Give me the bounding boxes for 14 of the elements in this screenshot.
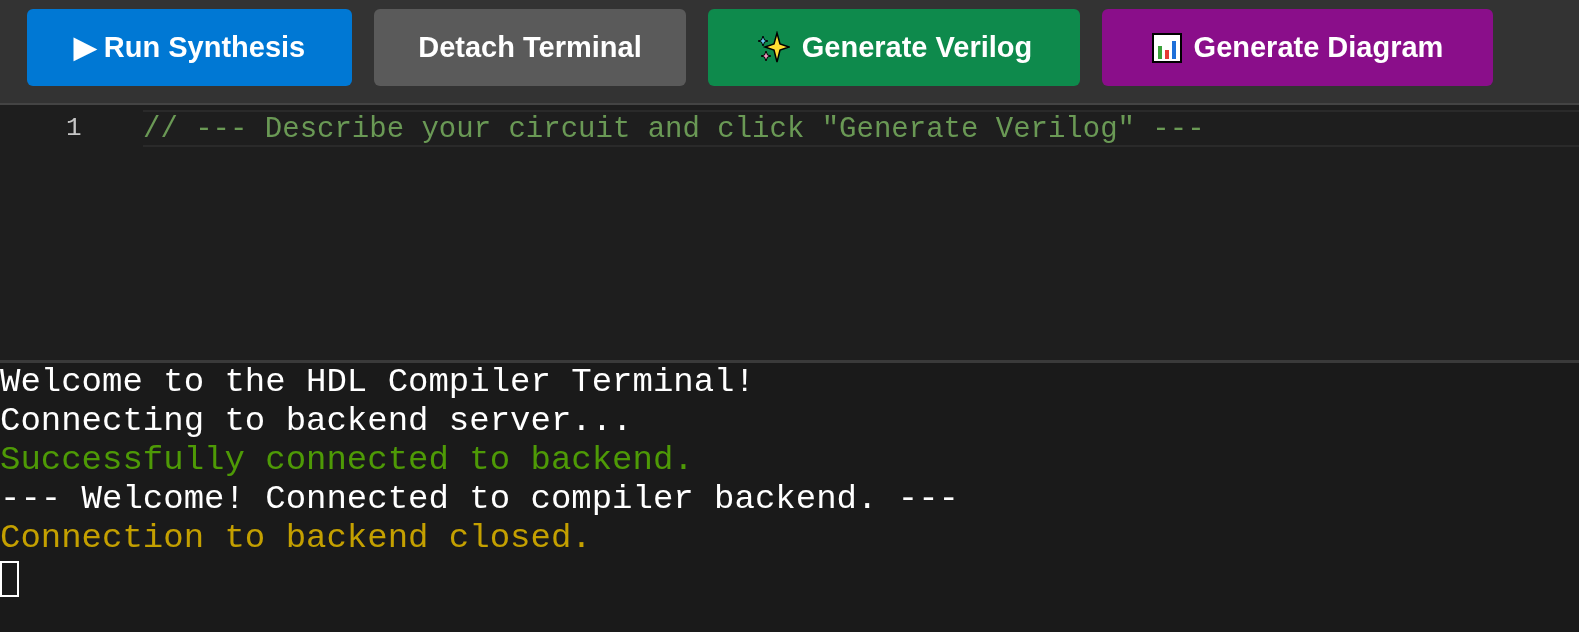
line-number: 1 bbox=[65, 112, 83, 145]
code-line: // --- Describe your circuit and click "Generate Verilog" --- bbox=[143, 110, 1579, 147]
terminal-line: Connection to backend closed. bbox=[0, 519, 592, 558]
terminal-line: --- Welcome! Connected to compiler backend. --- bbox=[0, 480, 959, 519]
toolbar-button[interactable]: Generate Diagram bbox=[1102, 9, 1493, 86]
bar-chart-icon bbox=[1151, 32, 1182, 63]
terminal-line: Successfully connected to backend. bbox=[0, 441, 694, 480]
toolbar-button[interactable]: Detach Terminal bbox=[374, 9, 686, 86]
terminal-line: Welcome to the HDL Compiler Terminal! bbox=[0, 363, 755, 402]
toolbar-button[interactable]: Generate Verilog bbox=[708, 9, 1080, 86]
terminal-cursor bbox=[0, 561, 19, 597]
toolbar-button[interactable]: ▶ Run Synthesis bbox=[27, 9, 352, 86]
terminal-line: Connecting to backend server... bbox=[0, 402, 633, 441]
sparkles-icon bbox=[755, 30, 790, 65]
